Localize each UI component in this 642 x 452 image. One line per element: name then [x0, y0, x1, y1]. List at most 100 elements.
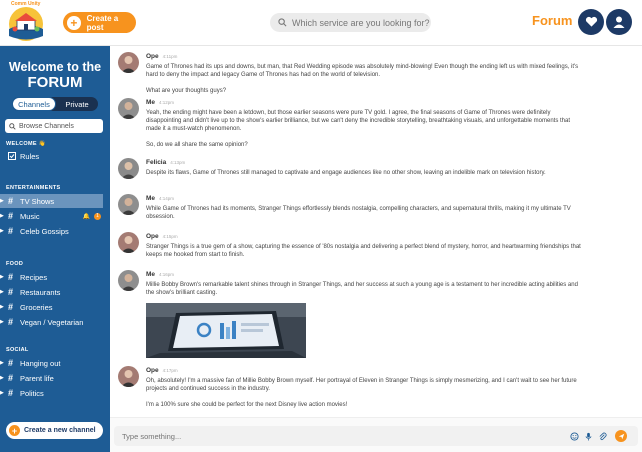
message-text: Stranger Things is a true gem of a show,… [146, 243, 586, 259]
hash-icon: # [8, 272, 14, 282]
hash-icon: # [8, 317, 14, 327]
send-button[interactable] [615, 430, 627, 442]
hash-icon: # [8, 196, 14, 206]
browse-channels-button[interactable]: Browse Channels [5, 119, 103, 133]
favorites-button[interactable] [578, 9, 604, 35]
avatar-me[interactable] [118, 270, 139, 291]
sidebar-item-groceries[interactable]: ▶ # Groceries [0, 300, 110, 314]
sidebar-item-label: Hanging out [20, 358, 61, 368]
sidebar-item-music[interactable]: ▶ # Music 🔔 1 [0, 209, 110, 223]
message-paragraph: Stranger Things is a true gem of a show,… [146, 244, 581, 258]
message-text: While Game of Thrones had its moments, S… [146, 205, 586, 221]
message-author[interactable]: Me [146, 99, 155, 106]
hash-icon: # [8, 302, 14, 312]
sidebar-item-politics[interactable]: ▶ # Politics [0, 386, 110, 400]
caret-right-icon: ▶ [0, 228, 4, 234]
message-text: Despite its flaws, Game of Thrones still… [146, 169, 586, 177]
search-icon [9, 122, 16, 130]
hash-icon: # [8, 358, 14, 368]
section-welcome: WELCOME 👋 [6, 141, 46, 147]
sidebar-item-recipes[interactable]: ▶ # Recipes [0, 270, 110, 284]
sidebar-item-parent-life[interactable]: ▶ # Parent life [0, 371, 110, 385]
message-author[interactable]: Me [146, 195, 155, 202]
message-header: Me 4:12pm [146, 98, 586, 107]
user-icon [613, 16, 625, 28]
sidebar-item-label: Vegan / Vegetarian [20, 317, 84, 327]
message-input[interactable] [114, 426, 638, 446]
message-text: Oh, absolutely! I'm a massive fan of Mil… [146, 377, 586, 409]
tab-private[interactable]: Private [56, 97, 98, 111]
community-logo-icon[interactable] [6, 3, 46, 43]
message-author[interactable]: Ope [146, 233, 159, 240]
tab-channels[interactable]: Channels [12, 97, 56, 111]
message-paragraph: Game of Thrones had its ups and downs, b… [146, 64, 579, 78]
caret-right-icon: ▶ [0, 213, 4, 219]
avatar-me[interactable] [118, 194, 139, 215]
message-author[interactable]: Ope [146, 367, 159, 374]
message-time: 4:16pm [159, 272, 175, 277]
message-paragraph: Despite its flaws, Game of Thrones still… [146, 170, 546, 176]
message-header: Felicia 4:13pm [146, 158, 586, 167]
message-time: 4:14pm [159, 196, 175, 201]
caret-right-icon: ▶ [0, 274, 4, 280]
message-time: 4:17pm [162, 368, 178, 373]
avatar-ope[interactable] [118, 52, 139, 73]
attached-image-laptop-dashboard[interactable] [146, 303, 306, 358]
message-text: Game of Thrones had its ups and downs, b… [146, 63, 586, 95]
message-time: 4:15pm [162, 234, 178, 239]
hash-icon: # [8, 287, 14, 297]
caret-right-icon: ▶ [0, 319, 4, 325]
sidebar-item-tv-shows[interactable]: ▶ # TV Shows [0, 194, 103, 208]
avatar-felicia[interactable] [118, 158, 139, 179]
sidebar-item-label: Groceries [20, 302, 53, 312]
message-author[interactable]: Me [146, 271, 155, 278]
message-time: 4:12pm [159, 100, 175, 105]
hash-icon: # [8, 373, 14, 383]
caret-right-icon: ▶ [0, 198, 4, 204]
search-input[interactable]: Which service are you looking for? [292, 18, 430, 28]
message-paragraph: Oh, absolutely! I'm a massive fan of Mil… [146, 378, 577, 392]
microphone-icon[interactable] [584, 432, 593, 441]
profile-button[interactable] [606, 9, 632, 35]
caret-right-icon: ▶ [0, 375, 4, 381]
sidebar-item-restaurants[interactable]: ▶ # Restaurants [0, 285, 110, 299]
top-header: Comm Unity + Create a post Which service… [0, 0, 642, 46]
sidebar-item-vegan-vegetarian[interactable]: ▶ # Vegan / Vegetarian [0, 315, 110, 329]
avatar-ope[interactable] [118, 232, 139, 253]
browse-channels-label: Browse Channels [19, 122, 74, 130]
message-author[interactable]: Ope [146, 53, 159, 60]
sidebar-item-label: Celeb Gossips [20, 226, 69, 236]
message-author[interactable]: Felicia [146, 159, 166, 166]
sidebar-item-hanging-out[interactable]: ▶ # Hanging out [0, 356, 110, 370]
attachment-icon[interactable] [598, 432, 607, 441]
checkbox-icon [8, 152, 16, 160]
sidebar-item-label: TV Shows [20, 196, 55, 206]
sidebar-item-rules[interactable]: Rules [0, 149, 110, 163]
create-new-channel-label: Create a new channel [24, 427, 96, 434]
plus-icon: + [67, 15, 81, 30]
avatar-ope[interactable] [118, 366, 139, 387]
create-post-button[interactable]: + Create a post [63, 12, 136, 33]
message-header: Me 4:14pm [146, 194, 586, 203]
forum-title: Forum [532, 13, 573, 28]
message-paragraph: Millie Bobby Brown's remarkable talent s… [146, 282, 578, 296]
caret-right-icon: ▶ [0, 360, 4, 366]
heart-icon [585, 16, 597, 27]
hash-icon: # [8, 226, 14, 236]
message-paragraph: Yeah, the ending might have been a letdo… [146, 110, 571, 132]
emoji-icon[interactable] [570, 432, 579, 441]
message-paragraph: What are your thoughts guys? [146, 88, 227, 94]
plus-icon: + [9, 425, 20, 436]
section-food: FOOD [6, 261, 24, 267]
sidebar-item-celeb-gossips[interactable]: ▶ # Celeb Gossips [0, 224, 110, 238]
unread-badge: 1 [94, 212, 101, 220]
create-new-channel-button[interactable]: + Create a new channel [6, 422, 103, 439]
send-icon [618, 433, 624, 439]
message-paragraph: I'm a 100% sure she could be perfect for… [146, 402, 348, 408]
create-post-label: Create a post [86, 13, 119, 32]
message-time: 4:13pm [170, 160, 186, 165]
message-paragraph: So, do we all share the same opinion? [146, 142, 248, 148]
search-bar[interactable]: Which service are you looking for? [270, 13, 431, 32]
avatar-me[interactable] [118, 98, 139, 119]
sidebar-item-label: Restaurants [20, 287, 61, 297]
